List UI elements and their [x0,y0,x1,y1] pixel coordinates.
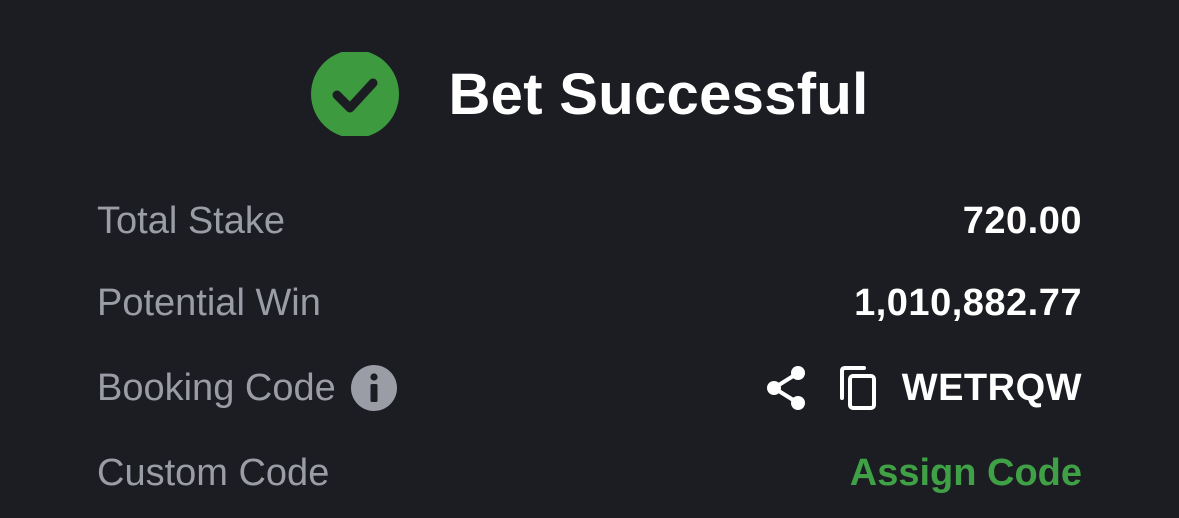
copy-icon[interactable] [836,364,880,412]
bet-success-header: Bet Successful [0,52,1179,136]
total-stake-label: Total Stake [97,199,285,242]
total-stake-row: Total Stake 720.00 [97,191,1082,251]
potential-win-label: Potential Win [97,281,321,324]
total-stake-value: 720.00 [962,199,1082,242]
info-icon[interactable] [350,364,398,412]
booking-code-row: Booking Code WETRQW [97,358,1082,418]
booking-code-value: WETRQW [901,366,1082,409]
share-icon[interactable] [764,364,808,412]
booking-code-label-group: Booking Code [97,364,398,412]
custom-code-row: Custom Code Assign Code [97,443,1082,503]
booking-code-label: Booking Code [97,366,336,409]
booking-code-actions: WETRQW [764,364,1082,412]
potential-win-row: Potential Win 1,010,882.77 [97,273,1082,333]
assign-code-link[interactable]: Assign Code [850,452,1082,495]
custom-code-label: Custom Code [97,451,330,494]
page-title: Bet Successful [448,61,869,127]
potential-win-value: 1,010,882.77 [854,281,1082,324]
check-circle-icon [310,52,400,136]
